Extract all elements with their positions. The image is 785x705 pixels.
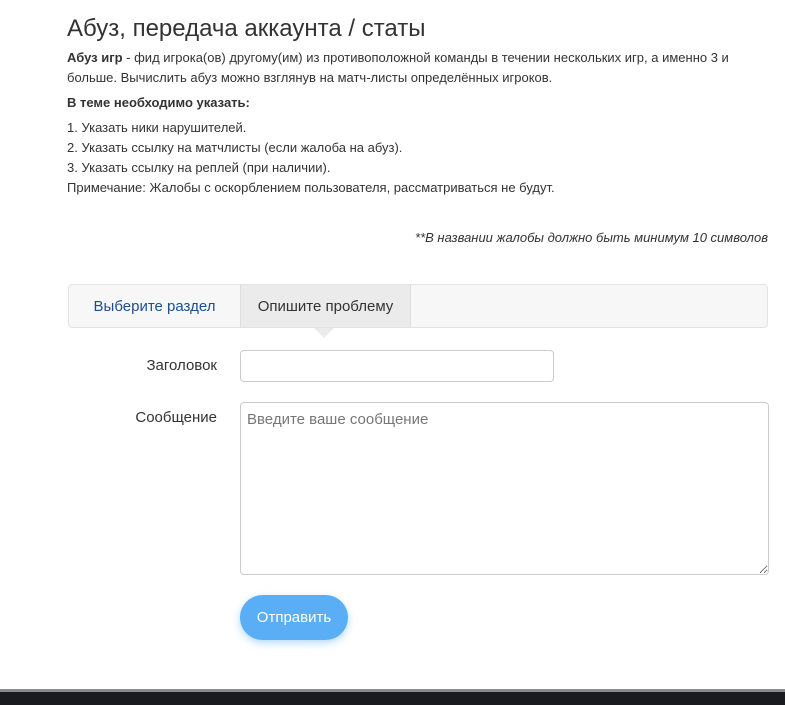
footer-bar: [0, 689, 785, 705]
message-label: Сообщение: [135, 409, 217, 426]
list-item: 1. Указать ники нарушителей.: [67, 120, 247, 135]
title-length-note: **В названии жалобы должно быть минимум …: [415, 230, 768, 245]
active-tab-pointer: [314, 328, 334, 338]
wizard-tabs: Выберите раздел Опишите проблему: [68, 284, 768, 338]
requirements-list: 1. Указать ники нарушителей. 2. Указать …: [67, 118, 555, 198]
submit-button[interactable]: Отправить: [240, 595, 348, 640]
description-text: - фид игрока(ов) другому(им) из противоп…: [67, 50, 729, 85]
page: Абуз, передача аккаунта / статы Абуз игр…: [0, 0, 785, 705]
title-label: Заголовок: [146, 357, 217, 374]
tab-select-section[interactable]: Выберите раздел: [69, 285, 240, 327]
list-item: 2. Указать ссылку на матчлисты (если жал…: [67, 140, 403, 155]
tab-describe-problem[interactable]: Опишите проблему: [240, 285, 411, 327]
page-title: Абуз, передача аккаунта / статы: [67, 15, 426, 42]
list-item: Примечание: Жалобы с оскорблением пользо…: [67, 180, 555, 195]
message-textarea[interactable]: [240, 402, 769, 575]
list-item: 3. Указать ссылку на реплей (при наличии…: [67, 160, 331, 175]
description: Абуз игр - фид игрока(ов) другому(им) из…: [67, 48, 757, 88]
description-term: Абуз игр: [67, 50, 123, 65]
requirements-heading: В теме необходимо указать:: [67, 95, 250, 110]
title-input[interactable]: [240, 350, 554, 382]
